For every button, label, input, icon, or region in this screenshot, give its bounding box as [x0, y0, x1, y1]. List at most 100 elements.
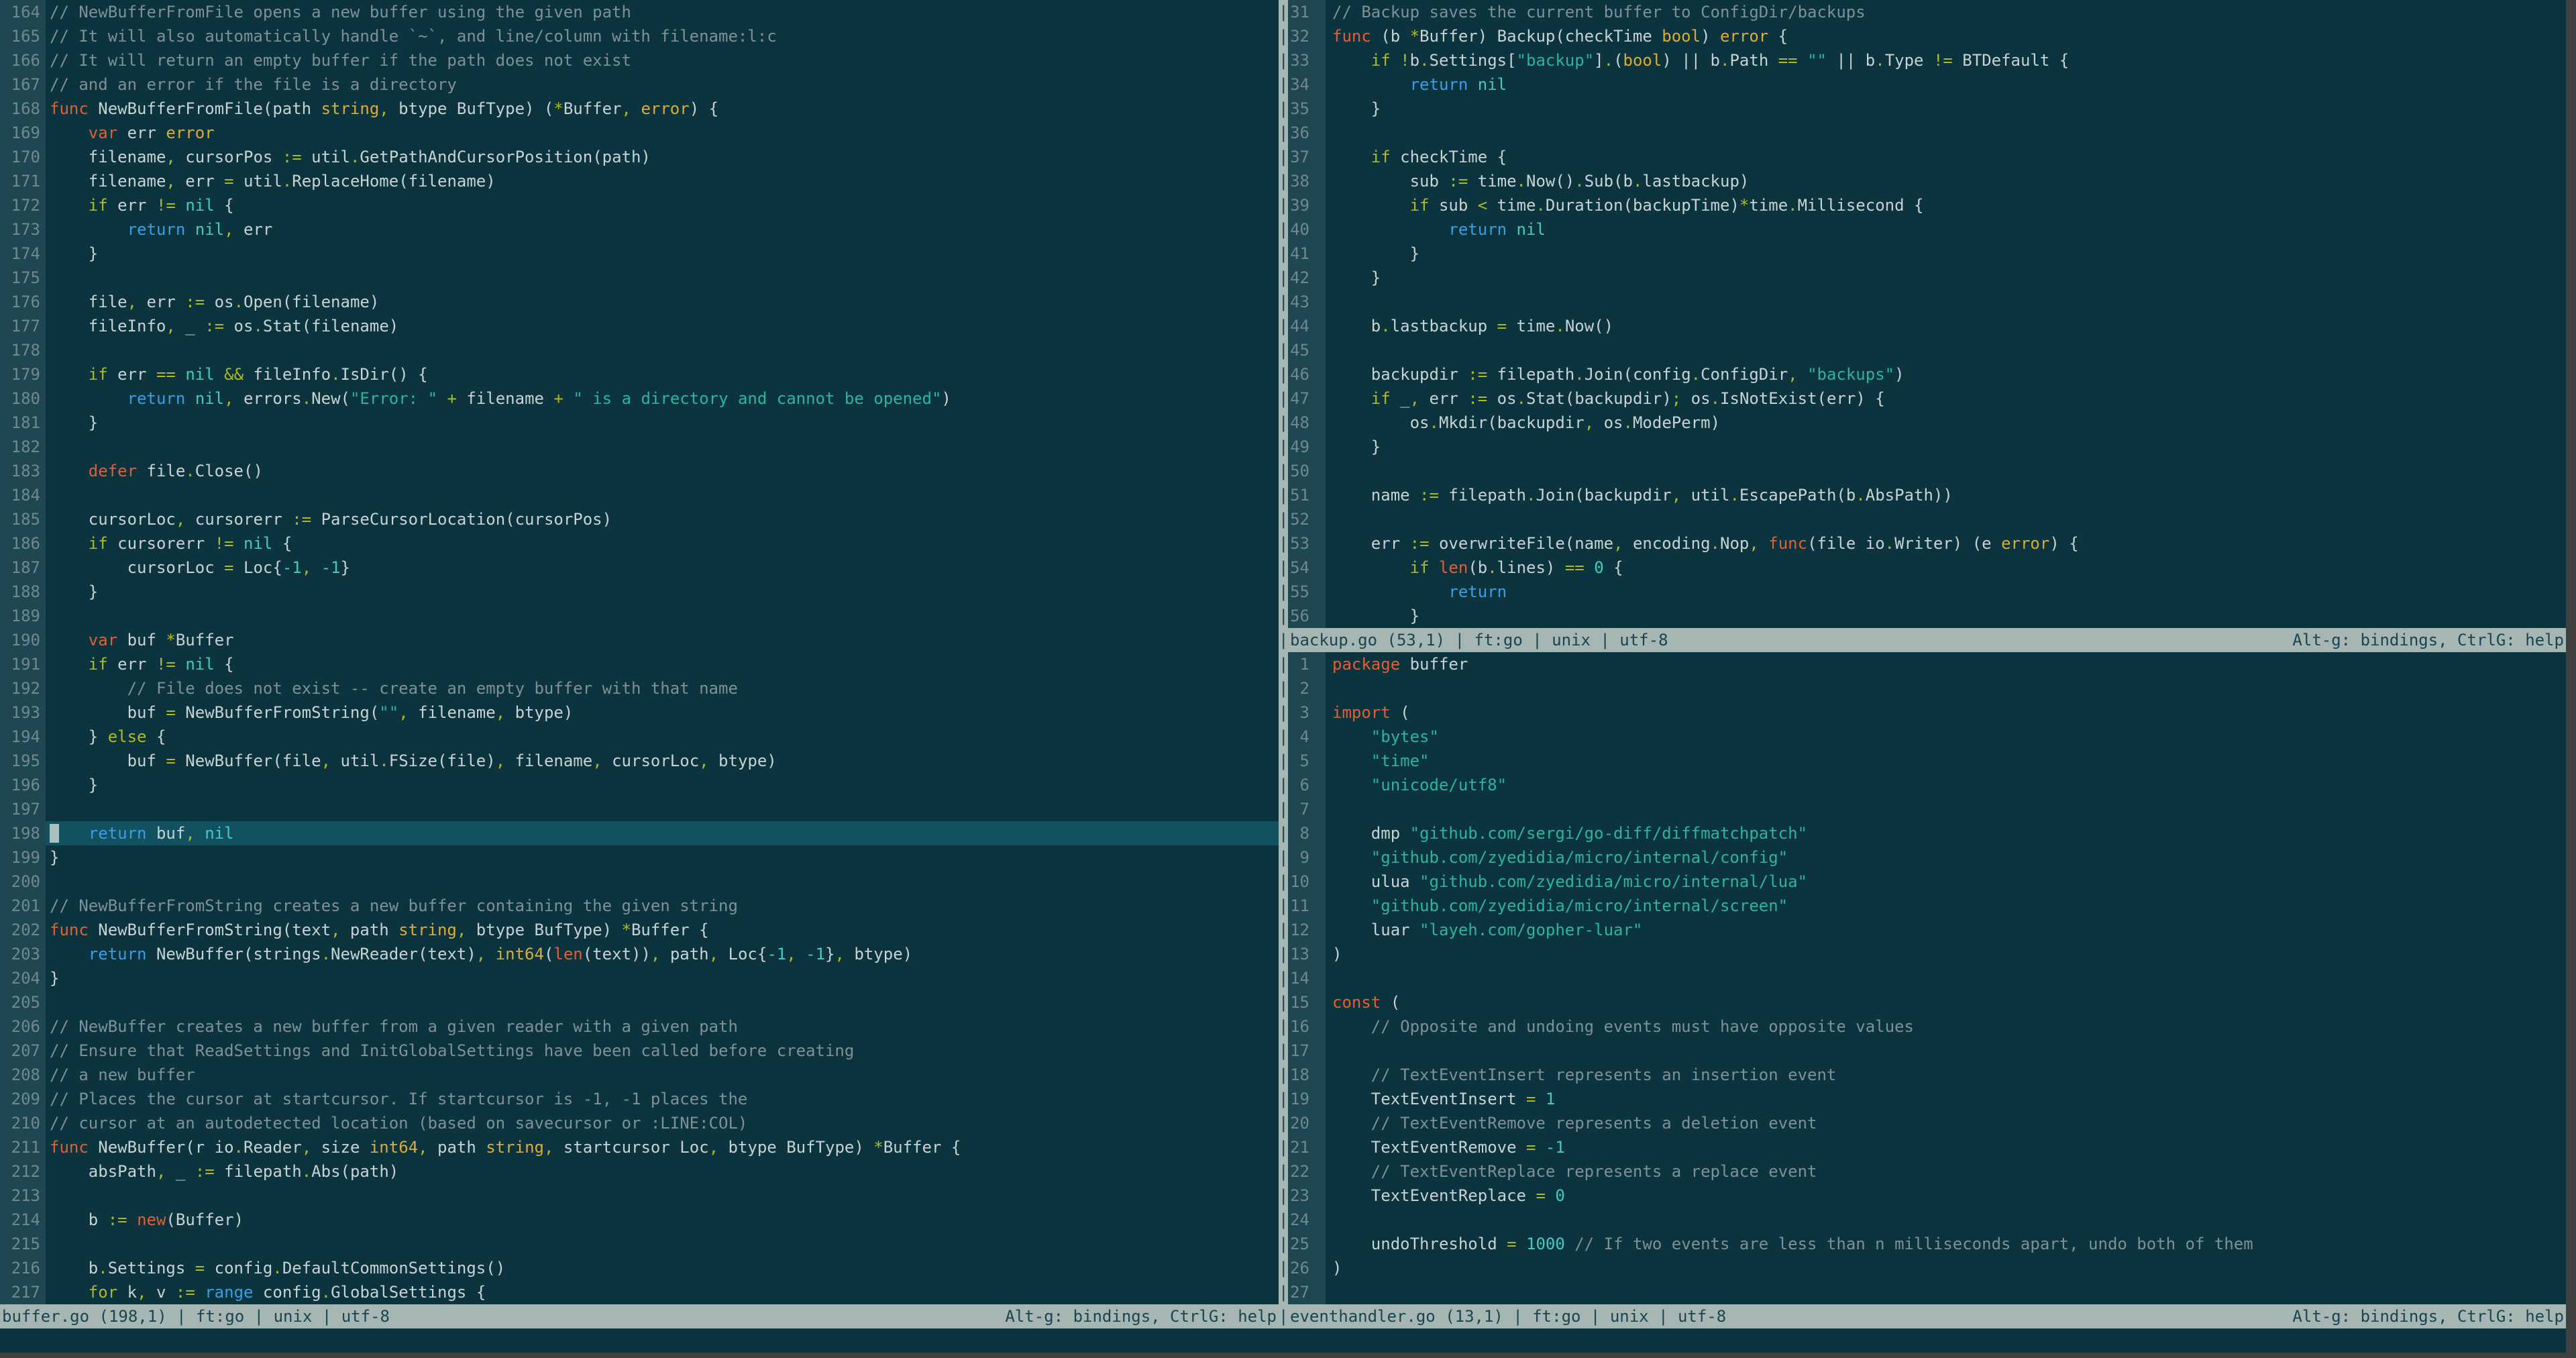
- code-text[interactable]: const (: [1326, 990, 2566, 1014]
- code-text[interactable]: return: [1326, 580, 2566, 604]
- code-row[interactable]: 213: [0, 1184, 1279, 1208]
- code-text[interactable]: var buf *Buffer: [46, 628, 1279, 652]
- code-text[interactable]: [46, 870, 1279, 894]
- code-row[interactable]: 17: [1288, 1039, 2566, 1063]
- code-row[interactable]: 183 defer file.Close(): [0, 459, 1279, 483]
- code-text[interactable]: b := new(Buffer): [46, 1208, 1279, 1232]
- code-text[interactable]: // TextEventInsert represents an inserti…: [1326, 1063, 2566, 1087]
- code-text[interactable]: return nil: [1326, 217, 2566, 242]
- code-text[interactable]: [46, 990, 1279, 1014]
- code-text[interactable]: if sub < time.Duration(backupTime)*time.…: [1326, 193, 2566, 217]
- code-row[interactable]: 52: [1288, 507, 2566, 531]
- code-row[interactable]: 10 ulua "github.com/zyedidia/micro/inter…: [1288, 870, 2566, 894]
- code-row[interactable]: 215: [0, 1232, 1279, 1256]
- code-row[interactable]: 25 undoThreshold = 1000 // If two events…: [1288, 1232, 2566, 1256]
- code-row[interactable]: 184: [0, 483, 1279, 507]
- code-row[interactable]: 16 // Opposite and undoing events must h…: [1288, 1014, 2566, 1039]
- code-text[interactable]: // NewBufferFromFile opens a new buffer …: [46, 0, 1279, 24]
- code-row[interactable]: 21 TextEventRemove = -1: [1288, 1135, 2566, 1159]
- code-row[interactable]: 190 var buf *Buffer: [0, 628, 1279, 652]
- code-row[interactable]: 211 func NewBuffer(r io.Reader, size int6…: [0, 1135, 1279, 1159]
- code-text[interactable]: [1326, 459, 2566, 483]
- code-row[interactable]: 11 "github.com/zyedidia/micro/internal/s…: [1288, 894, 2566, 918]
- code-text[interactable]: [46, 797, 1279, 821]
- editor-pane-eventhandler-go[interactable]: 1 package buffer 2 3 import (4 "bytes" 5 "tim…: [1288, 652, 2566, 1304]
- code-row[interactable]: 9 "github.com/zyedidia/micro/internal/co…: [1288, 845, 2566, 870]
- code-text[interactable]: }: [1326, 435, 2566, 459]
- code-row[interactable]: 23 TextEventReplace = 0: [1288, 1184, 2566, 1208]
- code-row[interactable]: 164// NewBufferFromFile opens a new buff…: [0, 0, 1279, 24]
- code-text[interactable]: package buffer: [1326, 652, 2566, 676]
- code-text[interactable]: ulua "github.com/zyedidia/micro/internal…: [1326, 870, 2566, 894]
- code-text[interactable]: }: [46, 966, 1279, 990]
- code-text[interactable]: if err != nil {: [46, 193, 1279, 217]
- editor-pane-backup-go[interactable]: 31// Backup saves the current buffer to …: [1288, 0, 2566, 628]
- code-row[interactable]: 20 // TextEventRemove represents a delet…: [1288, 1111, 2566, 1135]
- code-text[interactable]: TextEventReplace = 0: [1326, 1184, 2566, 1208]
- code-text[interactable]: for k, v := range config.GlobalSettings …: [46, 1280, 1279, 1304]
- code-text[interactable]: "unicode/utf8": [1326, 773, 2566, 797]
- code-text[interactable]: // Opposite and undoing events must have…: [1326, 1014, 2566, 1039]
- code-text[interactable]: // Backup saves the current buffer to Co…: [1326, 0, 2566, 24]
- code-row[interactable]: 168 func NewBufferFromFile(path string, b…: [0, 97, 1279, 121]
- code-text[interactable]: func NewBuffer(r io.Reader, size int64, …: [46, 1135, 1279, 1159]
- code-row[interactable]: 194 } else {: [0, 725, 1279, 749]
- code-text[interactable]: file, err := os.Open(filename): [46, 290, 1279, 314]
- code-row[interactable]: 169 var err error: [0, 121, 1279, 145]
- code-row[interactable]: 4 "bytes": [1288, 725, 2566, 749]
- code-row[interactable]: 167// and an error if the file is a dire…: [0, 72, 1279, 97]
- code-row[interactable]: 37 if checkTime {: [1288, 145, 2566, 169]
- code-text[interactable]: filename, err = util.ReplaceHome(filenam…: [46, 169, 1279, 193]
- code-text[interactable]: }: [1326, 242, 2566, 266]
- code-text[interactable]: }: [46, 411, 1279, 435]
- code-text[interactable]: return nil, err: [46, 217, 1279, 242]
- code-text[interactable]: os.Mkdir(backupdir, os.ModePerm): [1326, 411, 2566, 435]
- code-text[interactable]: err := overwriteFile(name, encoding.Nop,…: [1326, 531, 2566, 556]
- code-row[interactable]: 44 b.lastbackup = time.Now(): [1288, 314, 2566, 338]
- code-text[interactable]: cursorLoc, cursorerr := ParseCursorLocat…: [46, 507, 1279, 531]
- code-row[interactable]: 2: [1288, 676, 2566, 700]
- vertical-split-divider[interactable]: | | | | | | | | | | | | | | | | | | | | | | | | | | | | | | | | | | | | | | | |…: [1279, 0, 1288, 1328]
- code-text[interactable]: cursorLoc = Loc{-1, -1}: [46, 556, 1279, 580]
- code-row[interactable]: 217 for k, v := range config.GlobalSetti…: [0, 1280, 1279, 1304]
- code-text[interactable]: undoThreshold = 1000 // If two events ar…: [1326, 1232, 2566, 1256]
- code-text[interactable]: var err error: [46, 121, 1279, 145]
- code-row[interactable]: 209// Places the cursor at startcursor. …: [0, 1087, 1279, 1111]
- code-row[interactable]: 51 name := filepath.Join(backupdir, util…: [1288, 483, 2566, 507]
- editor-pane-buffer-go[interactable]: 164// NewBufferFromFile opens a new buff…: [0, 0, 1279, 1304]
- code-text[interactable]: [1326, 797, 2566, 821]
- code-row[interactable]: 202 func NewBufferFromString(text, path s…: [0, 918, 1279, 942]
- code-row[interactable]: 56 }: [1288, 604, 2566, 628]
- code-row[interactable]: 171 filename, err = util.ReplaceHome(fil…: [0, 169, 1279, 193]
- code-text[interactable]: }: [46, 845, 1279, 870]
- code-text[interactable]: TextEventRemove = -1: [1326, 1135, 2566, 1159]
- code-text[interactable]: [1326, 338, 2566, 362]
- code-text[interactable]: // It will return an empty buffer if the…: [46, 48, 1279, 72]
- code-text[interactable]: [46, 338, 1279, 362]
- code-text[interactable]: [1326, 1280, 2566, 1304]
- code-row[interactable]: 32 func (b *Buffer) Backup(checkTime bool…: [1288, 24, 2566, 48]
- code-text[interactable]: return nil, errors.New("Error: " + filen…: [46, 386, 1279, 411]
- code-row[interactable]: 174 }: [0, 242, 1279, 266]
- code-row[interactable]: 5 "time": [1288, 749, 2566, 773]
- code-row[interactable]: 182: [0, 435, 1279, 459]
- code-text[interactable]: [1326, 290, 2566, 314]
- code-text[interactable]: // and an error if the file is a directo…: [46, 72, 1279, 97]
- code-text[interactable]: return NewBuffer(strings.NewReader(text)…: [46, 942, 1279, 966]
- code-row[interactable]: 31// Backup saves the current buffer to …: [1288, 0, 2566, 24]
- code-text[interactable]: if err == nil && fileInfo.IsDir() {: [46, 362, 1279, 386]
- code-text[interactable]: if !b.Settings["backup"].(bool) || b.Pat…: [1326, 48, 2566, 72]
- code-row[interactable]: 15 const (: [1288, 990, 2566, 1014]
- code-row[interactable]: 6 "unicode/utf8": [1288, 773, 2566, 797]
- code-row[interactable]: 181 }: [0, 411, 1279, 435]
- code-text[interactable]: func NewBufferFromString(text, path stri…: [46, 918, 1279, 942]
- code-row[interactable]: 212 absPath, _ := filepath.Abs(path): [0, 1159, 1279, 1184]
- code-text[interactable]: b.lastbackup = time.Now(): [1326, 314, 2566, 338]
- code-row[interactable]: 49 }: [1288, 435, 2566, 459]
- code-text[interactable]: "github.com/zyedidia/micro/internal/scre…: [1326, 894, 2566, 918]
- code-text[interactable]: // TextEventRemove represents a deletion…: [1326, 1111, 2566, 1135]
- code-text[interactable]: func (b *Buffer) Backup(checkTime bool) …: [1326, 24, 2566, 48]
- code-row[interactable]: 197: [0, 797, 1279, 821]
- code-row[interactable]: 177 fileInfo, _ := os.Stat(filename): [0, 314, 1279, 338]
- code-row[interactable]: 33 if !b.Settings["backup"].(bool) || b.…: [1288, 48, 2566, 72]
